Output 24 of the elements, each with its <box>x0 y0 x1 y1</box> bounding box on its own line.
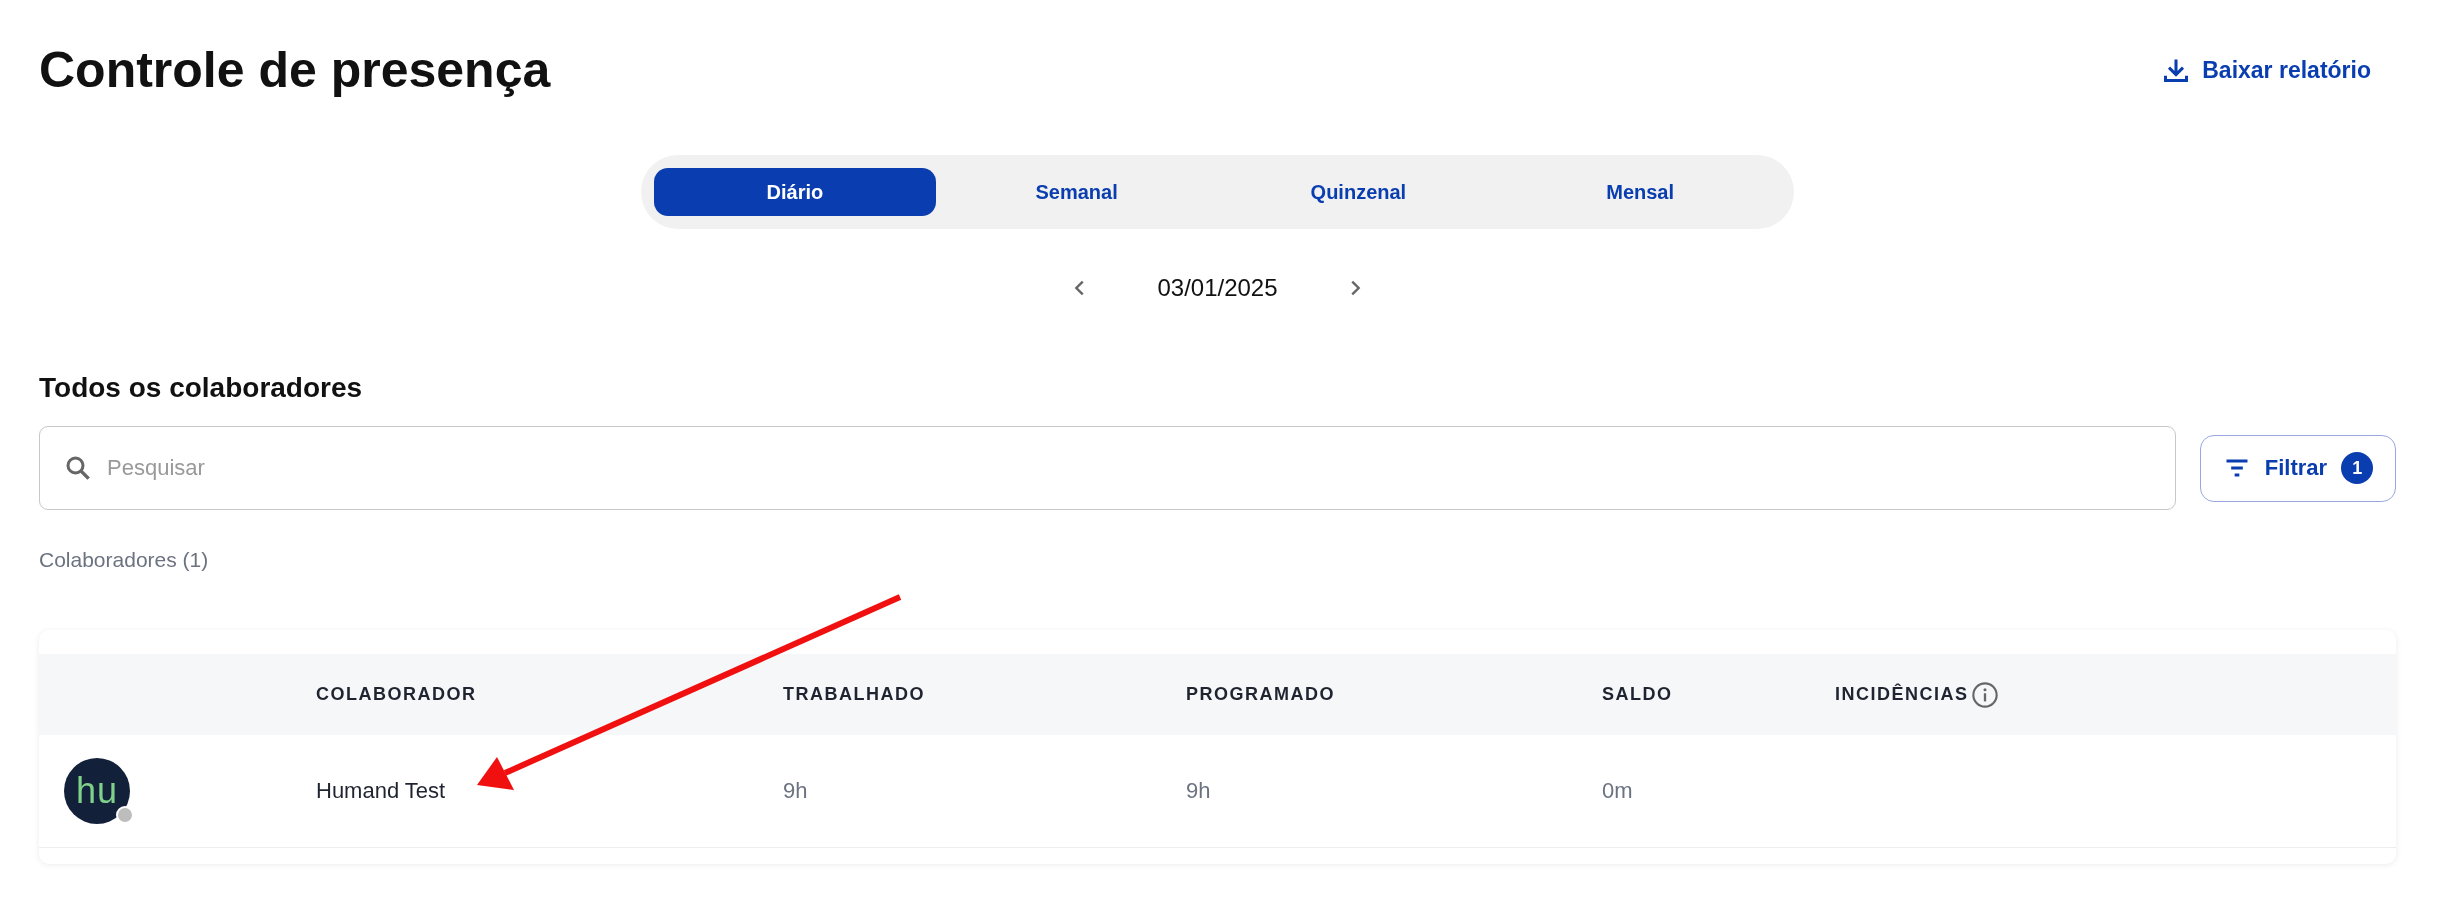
column-header: COLABORADOR <box>316 684 477 705</box>
column-header: INCIDÊNCIAS <box>1835 684 1969 705</box>
table-cell-text: 0m <box>1602 778 1634 804</box>
filter-button[interactable]: Filtrar 1 <box>2200 434 2396 502</box>
section-title: Todos os colaboradores <box>39 372 364 404</box>
table-cell-text: Humand Test <box>316 778 447 804</box>
filter-label: Filtrar <box>2264 455 2328 481</box>
period-tab[interactable]: Diário <box>654 168 936 216</box>
page-title: Controle de presença <box>39 41 551 99</box>
table-cell-text: 9h <box>1186 778 1212 804</box>
filter-count-badge: 1 <box>2341 452 2374 484</box>
current-date: 03/01/2025 <box>1157 274 1278 302</box>
period-tab[interactable]: Quinzenal <box>1217 168 1500 216</box>
table-cell-text: 9h <box>783 778 809 804</box>
period-tab[interactable]: Mensal <box>1499 168 1781 216</box>
column-header: SALDO <box>1602 684 1673 705</box>
info-icon[interactable] <box>1970 680 1999 709</box>
search-field[interactable]: Pesquisar <box>39 426 2176 510</box>
column-header: PROGRAMADO <box>1186 684 1335 705</box>
collaborators-count: Colaboradores (1) <box>39 548 210 572</box>
column-header: TRABALHADO <box>783 684 925 705</box>
avatar: hu <box>64 758 130 824</box>
download-report-button[interactable]: Baixar relatório <box>2162 56 2396 84</box>
period-tab[interactable]: Semanal <box>935 168 1218 216</box>
